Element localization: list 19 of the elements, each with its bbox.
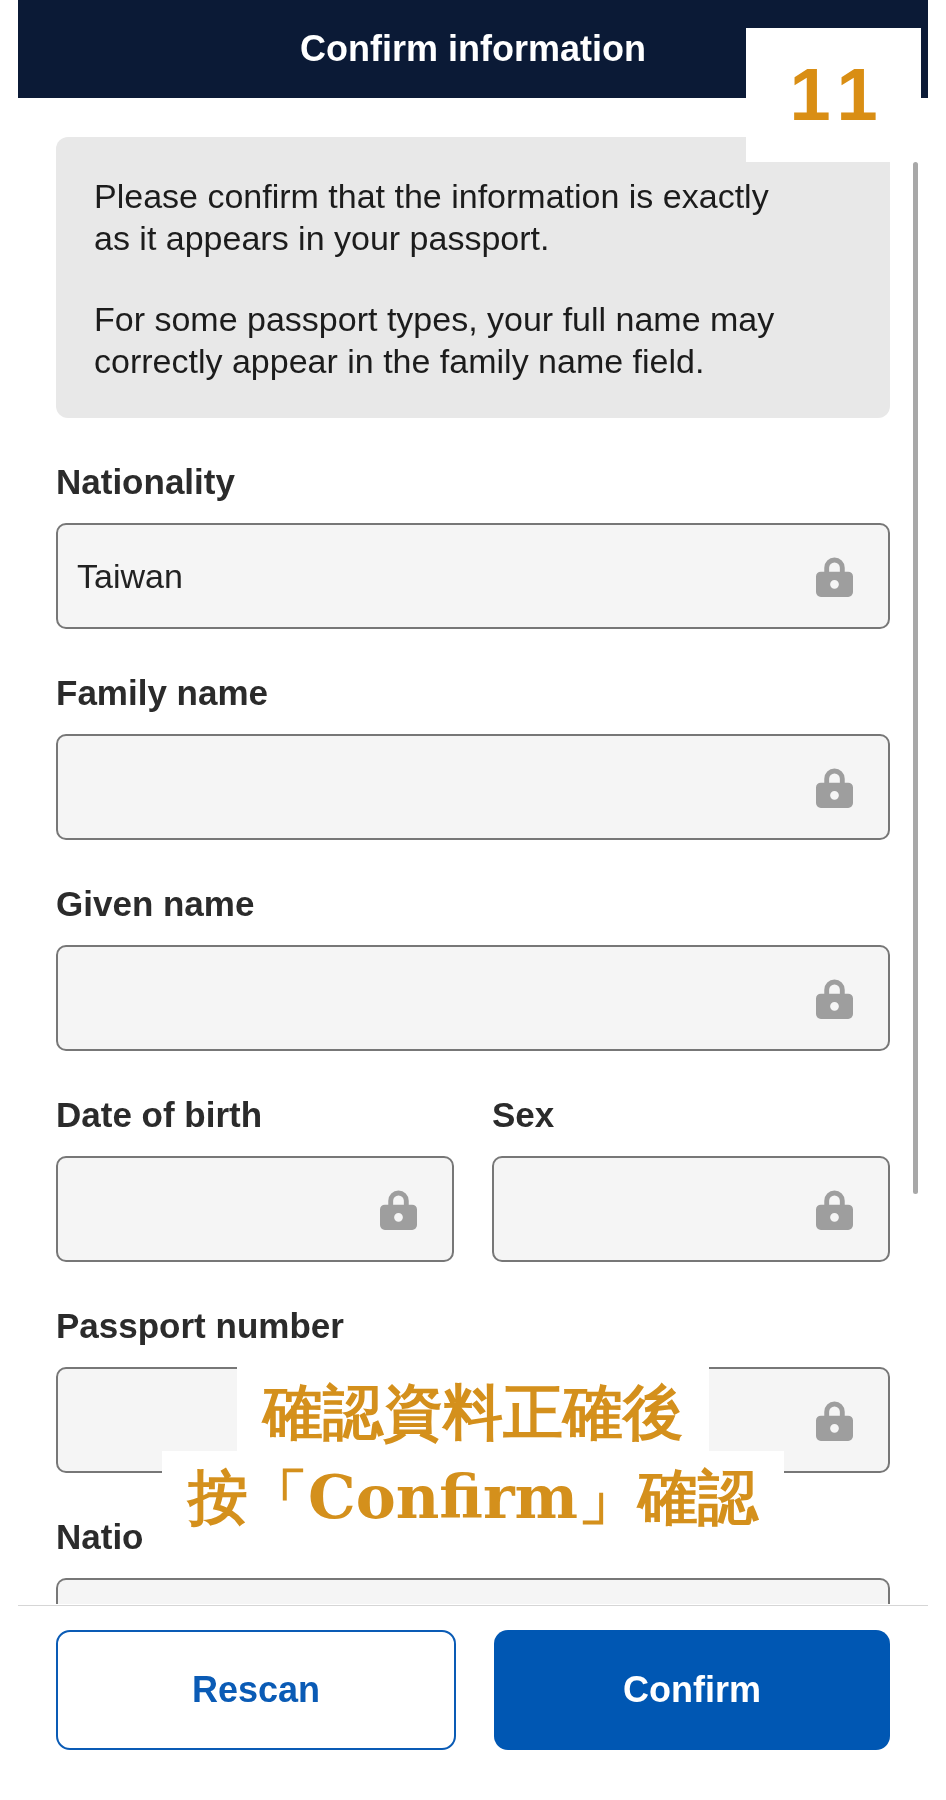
- screen-title: Confirm information: [300, 31, 646, 67]
- input-field[interactable]: [56, 1578, 890, 1604]
- field-label: Nationality: [56, 461, 235, 503]
- notice-text: For some passport types, your full name may correctly appear in the family name field.: [94, 299, 776, 382]
- field-label: Family name: [56, 672, 269, 714]
- field-label: Date of birth: [56, 1094, 263, 1136]
- input-field[interactable]: [56, 945, 890, 1051]
- input-field[interactable]: Taiwan: [56, 523, 890, 629]
- field-label: Natio: [56, 1516, 144, 1558]
- input-field[interactable]: [56, 1156, 454, 1262]
- confirm-button[interactable]: Confirm: [494, 1630, 890, 1750]
- notice-text: Please confirm that the information is exactly as it appears in your passport.: [94, 176, 770, 259]
- step-number-overlay: 11: [746, 28, 921, 162]
- input-field[interactable]: [56, 734, 890, 840]
- field-label: Passport number: [56, 1305, 344, 1347]
- field-label: Sex: [492, 1094, 555, 1136]
- input-field[interactable]: [492, 1156, 890, 1262]
- field-label: Given name: [56, 883, 255, 925]
- rescan-button[interactable]: Rescan: [56, 1630, 456, 1750]
